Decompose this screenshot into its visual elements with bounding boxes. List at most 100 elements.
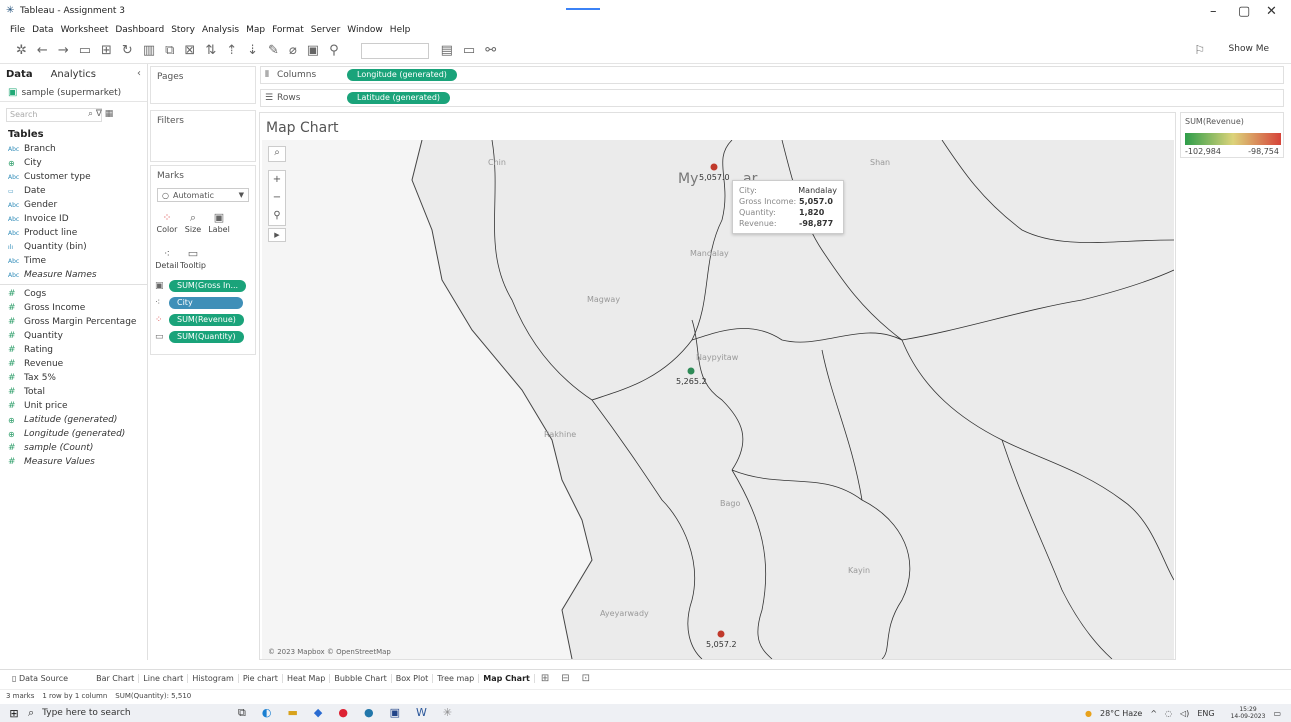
menu-window[interactable]: Window	[347, 22, 383, 38]
tab-bubble-chart[interactable]: Bubble Chart	[330, 674, 392, 683]
zoom-out-button[interactable]: −	[269, 189, 285, 207]
mark-pill-label[interactable]: ▣ SUM(Gross In...	[155, 279, 251, 293]
field-rating[interactable]: # Rating	[0, 343, 147, 357]
sort-desc-icon[interactable]: ⇣	[247, 43, 258, 58]
tab-heat-map[interactable]: Heat Map	[283, 674, 331, 683]
field-quantity-bin[interactable]: ılı Quantity (bin)	[0, 240, 147, 254]
clear-sheet-icon[interactable]: ⊠	[184, 43, 195, 58]
map-toolbar-expand-button[interactable]: ▶	[268, 228, 286, 242]
tab-tree-map[interactable]: Tree map	[433, 674, 480, 683]
size-button[interactable]: ⌕ Size	[181, 207, 205, 237]
map-point-naypyitaw[interactable]	[687, 367, 695, 375]
weather-text[interactable]: 28°C Haze	[1100, 709, 1142, 718]
taskbar-clock[interactable]: 15:29 14-09-2023	[1223, 706, 1266, 720]
edge-browser-icon[interactable]: ◐	[262, 706, 272, 720]
chevron-up-icon[interactable]: ^	[1150, 709, 1157, 718]
task-view-icon[interactable]: ⧉	[238, 706, 246, 720]
duplicate-sheet-icon[interactable]: ⧉	[165, 43, 174, 58]
file-explorer-icon[interactable]: ▬	[287, 706, 297, 720]
color-legend[interactable]: SUM(Revenue) -102,984 -98,754	[1180, 112, 1284, 158]
field-product-line[interactable]: Abc Product line	[0, 226, 147, 240]
field-city[interactable]: ⊕ City	[0, 156, 147, 170]
mark-pill-tooltip[interactable]: ▭ SUM(Quantity)	[155, 330, 251, 344]
map-point-mandalay[interactable]	[710, 163, 718, 171]
show-labels-icon[interactable]: ▣	[307, 43, 319, 58]
menu-help[interactable]: Help	[390, 22, 411, 38]
tab-map-chart[interactable]: Map Chart	[479, 674, 535, 683]
sort-asc-icon[interactable]: ⇡	[226, 43, 237, 58]
field-invoice-id[interactable]: Abc Invoice ID	[0, 212, 147, 226]
tableau-task-icon[interactable]: ✳	[443, 706, 452, 720]
tab-data[interactable]: Data	[6, 69, 33, 80]
field-longitude[interactable]: ⊕ Longitude (generated)	[0, 427, 147, 441]
menu-server[interactable]: Server	[311, 22, 341, 38]
field-quantity[interactable]: # Quantity	[0, 329, 147, 343]
search-filter-icons[interactable]: ⌕ ∇ ▦	[88, 109, 113, 119]
field-gross-margin[interactable]: # Gross Margin Percentage	[0, 315, 147, 329]
tab-bar-chart[interactable]: Bar Chart	[92, 674, 140, 683]
hint-icon[interactable]: ⚐	[1194, 43, 1205, 57]
new-worksheet-icon[interactable]: ▥	[143, 43, 155, 58]
filters-card[interactable]: Filters	[150, 110, 256, 162]
map-attribution[interactable]: © 2023 Mapbox © OpenStreetMap	[268, 648, 391, 656]
map-search-button[interactable]: ⌕	[268, 146, 286, 162]
chrome-icon[interactable]: ●	[338, 706, 348, 720]
chrome-profile-icon[interactable]: ●	[364, 706, 374, 720]
menu-data[interactable]: Data	[32, 22, 54, 38]
mark-pill-color[interactable]: ⁘ SUM(Revenue)	[155, 313, 251, 327]
pill-sum-revenue[interactable]: SUM(Revenue)	[169, 314, 244, 326]
pill-longitude[interactable]: Longitude (generated)	[347, 69, 457, 81]
network-icon[interactable]: ◌	[1165, 709, 1172, 718]
mark-type-dropdown[interactable]: ○ Automatic ▼	[157, 188, 249, 202]
pin-icon[interactable]: ⚲	[329, 43, 339, 58]
field-gender[interactable]: Abc Gender	[0, 198, 147, 212]
zoom-in-button[interactable]: +	[269, 171, 285, 189]
notification-icon[interactable]: ▭	[1273, 709, 1281, 718]
pin-map-icon[interactable]: ⚲	[269, 207, 285, 225]
menu-story[interactable]: Story	[171, 22, 195, 38]
fit-dropdown[interactable]	[360, 42, 429, 59]
menu-file[interactable]: File	[10, 22, 25, 38]
columns-shelf[interactable]: ⦀ Columns Longitude (generated)	[260, 66, 1284, 84]
field-sample-count[interactable]: # sample (Count)	[0, 441, 147, 455]
data-source-item[interactable]: ▣ sample (supermarket)	[0, 84, 147, 102]
color-button[interactable]: ⁘ Color	[155, 207, 179, 237]
menu-analysis[interactable]: Analysis	[202, 22, 239, 38]
tab-histogram[interactable]: Histogram	[188, 674, 239, 683]
new-story-icon[interactable]: ⊡	[582, 673, 590, 684]
store-icon[interactable]: ◆	[314, 706, 322, 720]
refresh-icon[interactable]: ↻	[122, 43, 133, 58]
detail-button[interactable]: ⁖ Detail	[155, 243, 179, 273]
tableau-home-icon[interactable]: ✲	[16, 43, 27, 58]
new-dashboard-icon[interactable]: ⊟	[561, 673, 569, 684]
field-time[interactable]: Abc Time	[0, 254, 147, 268]
field-date[interactable]: ▭ Date	[0, 184, 147, 198]
pill-sum-gross-income[interactable]: SUM(Gross In...	[169, 280, 247, 292]
menu-dashboard[interactable]: Dashboard	[115, 22, 164, 38]
taskbar-search[interactable]: ⌕ Type here to search	[28, 706, 178, 720]
collapse-panel-icon[interactable]: ‹	[137, 68, 141, 79]
label-button[interactable]: ▣ Label	[207, 207, 231, 237]
field-branch[interactable]: Abc Branch	[0, 142, 147, 156]
word-icon[interactable]: W	[416, 706, 427, 720]
close-button[interactable]: ✕	[1266, 4, 1277, 19]
pill-latitude[interactable]: Latitude (generated)	[347, 92, 451, 104]
tab-box-plot[interactable]: Box Plot	[392, 674, 434, 683]
forward-arrow-icon[interactable]: →	[58, 43, 69, 58]
language-indicator[interactable]: ENG	[1197, 709, 1214, 718]
tooltip-toggle-icon[interactable]: ▭	[463, 43, 475, 58]
field-revenue[interactable]: # Revenue	[0, 357, 147, 371]
field-total[interactable]: # Total	[0, 385, 147, 399]
pill-sum-quantity[interactable]: SUM(Quantity)	[169, 331, 244, 343]
windows-start-icon[interactable]: ⊞	[0, 707, 28, 720]
share-icon[interactable]: ⚯	[485, 43, 496, 58]
field-measure-values[interactable]: # Measure Values	[0, 455, 147, 469]
highlight-icon[interactable]: ✎	[268, 43, 279, 58]
tab-line-chart[interactable]: Line chart	[139, 674, 189, 683]
minimize-button[interactable]: –	[1210, 4, 1217, 19]
presentation-icon[interactable]: ▤	[441, 43, 453, 58]
tab-pie-chart[interactable]: Pie chart	[239, 674, 283, 683]
volume-icon[interactable]: ◁)	[1180, 709, 1189, 718]
rows-shelf[interactable]: ☰ Rows Latitude (generated)	[260, 89, 1284, 107]
show-me-button[interactable]: Show Me	[1229, 44, 1269, 54]
